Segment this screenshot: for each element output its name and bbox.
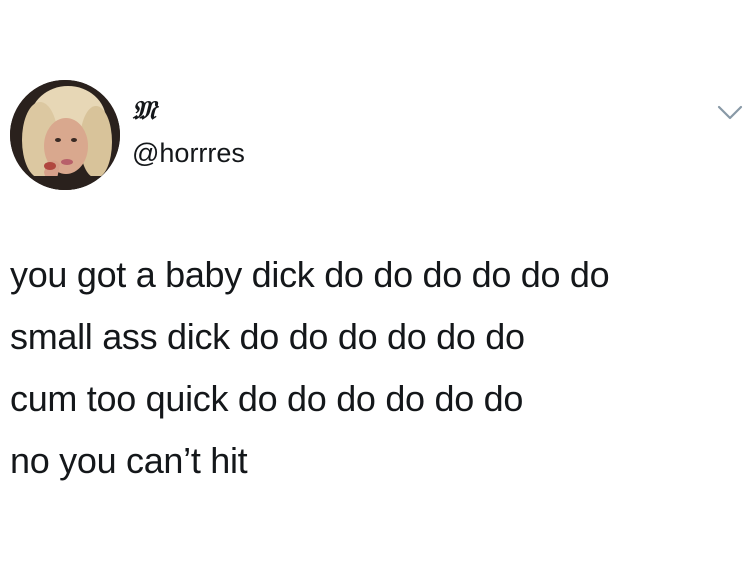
tweet-text-line: no you can’t hit	[10, 440, 248, 481]
author-handle[interactable]: @horrres	[132, 140, 245, 167]
tweet-text-line: small ass dick do do do do do do	[10, 316, 525, 357]
author-avatar[interactable]	[10, 80, 120, 190]
tweet-text-line: you got a baby dick do do do do do do	[10, 254, 610, 295]
author-display-name[interactable]: 𝔐	[132, 98, 156, 124]
tweet-body: you got a baby dick do do do do do do sm…	[10, 244, 740, 492]
avatar-photo	[10, 80, 120, 190]
chevron-down-icon[interactable]	[716, 103, 744, 123]
tweet-card: 𝔐 @horrres you got a baby dick do do do …	[0, 0, 750, 588]
tweet-text-line: cum too quick do do do do do do	[10, 378, 524, 419]
